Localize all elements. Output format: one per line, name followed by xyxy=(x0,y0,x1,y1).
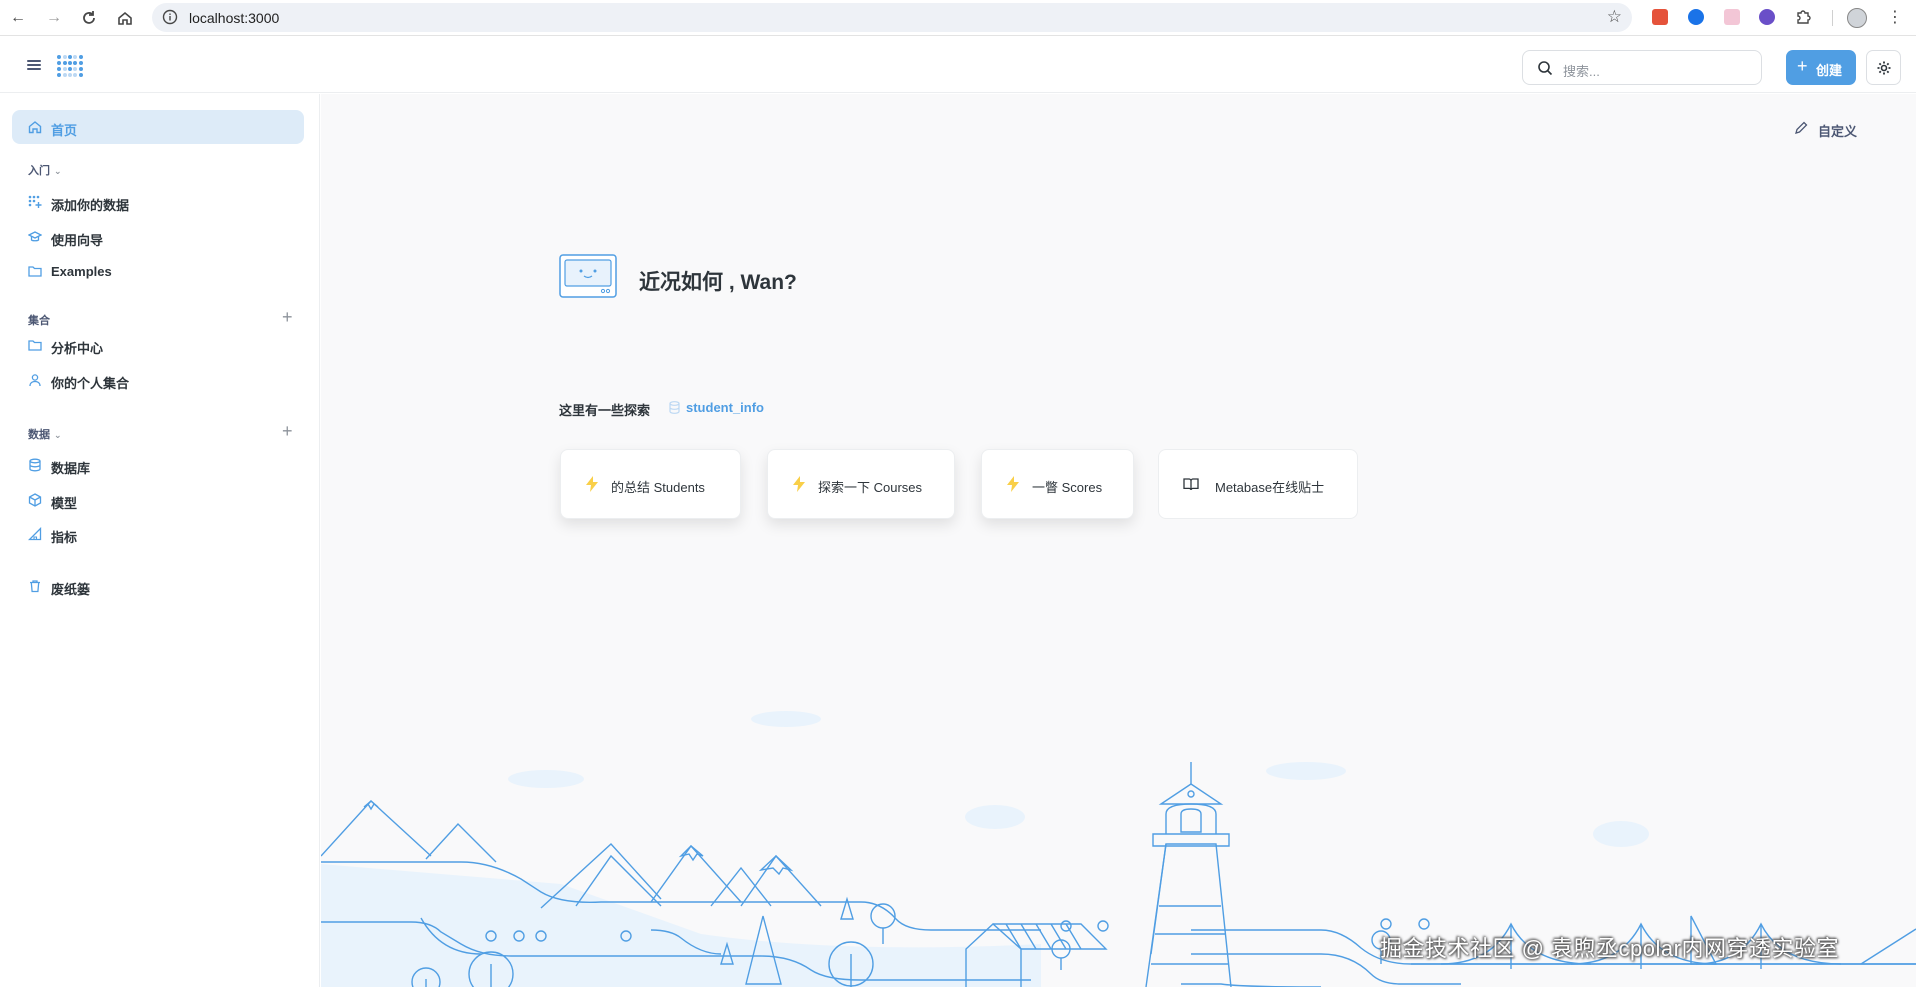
customize-button[interactable]: 自定义 xyxy=(1795,121,1858,140)
folder-icon xyxy=(28,266,42,277)
model-cube-icon xyxy=(28,493,42,507)
explore-heading: 这里有一些探索 xyxy=(559,403,651,418)
app-header: 搜索... + 创建 xyxy=(0,37,1916,93)
home-browser-icon[interactable] xyxy=(115,8,135,28)
sidebar-item-trash[interactable]: 废纸篓 xyxy=(12,569,304,603)
xray-card-students[interactable]: 的总结 Students xyxy=(560,449,741,519)
metabot-icon xyxy=(559,254,617,298)
database-icon xyxy=(669,401,680,414)
back-icon[interactable]: ← xyxy=(8,8,28,28)
watermark-text: 掘金技术社区 @ 袁煦丞cpolar内网穿透实验室 xyxy=(1380,936,1839,961)
sidebar-item-label: Examples xyxy=(51,264,112,279)
card-label: 一瞥 Scores xyxy=(1032,480,1103,495)
card-label: 的总结 Students xyxy=(611,480,705,495)
puzzle-extensions-icon[interactable] xyxy=(1795,9,1811,25)
settings-button[interactable] xyxy=(1866,50,1901,85)
gear-icon xyxy=(1877,61,1891,75)
section-heading-text: 集合 xyxy=(28,315,50,327)
lightning-icon xyxy=(1007,476,1019,492)
add-data-plus-icon[interactable]: + xyxy=(282,422,293,440)
card-label: 探索一下 Courses xyxy=(818,480,923,495)
pencil-icon xyxy=(1795,121,1808,134)
getting-started-heading[interactable]: 入门 ⌄ xyxy=(28,162,62,178)
sidebar-item-databases[interactable]: 数据库 xyxy=(12,448,304,482)
xray-card-scores[interactable]: 一瞥 Scores xyxy=(981,449,1134,519)
sidebar-item-label: 使用向导 xyxy=(51,233,104,248)
site-info-icon[interactable] xyxy=(162,9,178,25)
sidebar-item-personal-collection[interactable]: 你的个人集合 xyxy=(12,363,304,397)
search-icon xyxy=(1538,61,1553,76)
chevron-down-icon: ⌄ xyxy=(54,430,62,440)
sidebar-item-label: 分析中心 xyxy=(51,341,104,356)
sidebar-item-models[interactable]: 模型 xyxy=(12,483,304,517)
greeting-title: 近况如何 , Wan? xyxy=(639,271,797,294)
sidebar-item-tutorial[interactable]: 使用向导 xyxy=(12,220,304,254)
forward-icon[interactable]: → xyxy=(44,8,64,28)
search-placeholder: 搜索... xyxy=(1563,64,1600,79)
sidebar-item-label: 数据库 xyxy=(51,461,91,476)
metabase-logo[interactable] xyxy=(57,54,83,78)
extension-icon[interactable] xyxy=(1652,9,1668,25)
sidebar-item-add-data[interactable]: 添加你的数据 xyxy=(12,185,304,219)
home-icon xyxy=(28,121,42,134)
sidebar: 首页 入门 ⌄ 添加你的数据 使用向导 Examples 集合 + 分析中心 你的… xyxy=(0,94,320,987)
plus-icon: + xyxy=(1797,56,1808,76)
section-heading-text: 入门 xyxy=(28,165,50,177)
extension-icon[interactable] xyxy=(1759,9,1775,25)
person-icon xyxy=(29,374,41,387)
sidebar-item-label: 指标 xyxy=(51,530,78,545)
customize-label: 自定义 xyxy=(1818,124,1858,139)
toolbar-divider xyxy=(1832,10,1833,26)
extension-icon[interactable] xyxy=(1724,9,1740,25)
chevron-down-icon: ⌄ xyxy=(54,166,62,176)
reload-icon[interactable] xyxy=(79,8,99,28)
collections-heading: 集合 xyxy=(28,312,50,328)
sidebar-item-label: 模型 xyxy=(51,496,78,511)
search-input[interactable]: 搜索... xyxy=(1522,50,1762,85)
browser-toolbar: ← → localhost:3000 ☆ ⋮ xyxy=(0,0,1916,36)
add-collection-icon[interactable]: + xyxy=(282,308,293,326)
graduation-cap-icon xyxy=(28,231,42,242)
explore-database-link[interactable]: student_info xyxy=(686,400,764,415)
lightning-icon xyxy=(793,476,805,492)
database-icon xyxy=(29,458,41,472)
url-text[interactable]: localhost:3000 xyxy=(189,10,279,26)
trash-icon xyxy=(30,580,40,593)
sidebar-item-label: 你的个人集合 xyxy=(51,376,130,391)
book-icon xyxy=(1183,478,1199,491)
create-label: 创建 xyxy=(1816,63,1843,78)
sidebar-item-label: 首页 xyxy=(51,123,78,138)
sidebar-item-metrics[interactable]: 指标 xyxy=(12,517,304,551)
add-data-icon xyxy=(28,195,42,208)
sidebar-item-home[interactable]: 首页 xyxy=(12,110,304,144)
metric-icon xyxy=(28,527,42,541)
data-heading[interactable]: 数据 ⌄ xyxy=(28,426,62,442)
xray-card-courses[interactable]: 探索一下 Courses xyxy=(767,449,955,519)
lightning-icon xyxy=(586,476,598,492)
browser-menu-icon[interactable]: ⋮ xyxy=(1887,7,1903,27)
sidebar-item-analytics[interactable]: 分析中心 xyxy=(12,328,304,362)
profile-avatar[interactable] xyxy=(1847,8,1867,28)
create-button[interactable]: + 创建 xyxy=(1786,50,1856,85)
section-heading-text: 数据 xyxy=(28,429,50,441)
download-extension-icon[interactable] xyxy=(1688,9,1704,25)
card-label: Metabase在线贴士 xyxy=(1215,480,1325,495)
sidebar-item-examples[interactable]: Examples xyxy=(12,254,304,288)
folder-icon xyxy=(28,340,42,351)
sidebar-item-label: 废纸篓 xyxy=(51,582,91,597)
metabase-tips-card[interactable]: Metabase在线贴士 xyxy=(1158,449,1358,519)
menu-toggle-icon[interactable] xyxy=(27,60,41,70)
bookmark-star-icon[interactable]: ☆ xyxy=(1607,7,1622,27)
main-content: 自定义 近况如何 , Wan? 这里有一些探索 student_info 的总结… xyxy=(321,94,1916,987)
sidebar-item-label: 添加你的数据 xyxy=(51,198,130,213)
address-bar[interactable]: localhost:3000 ☆ xyxy=(152,3,1632,32)
